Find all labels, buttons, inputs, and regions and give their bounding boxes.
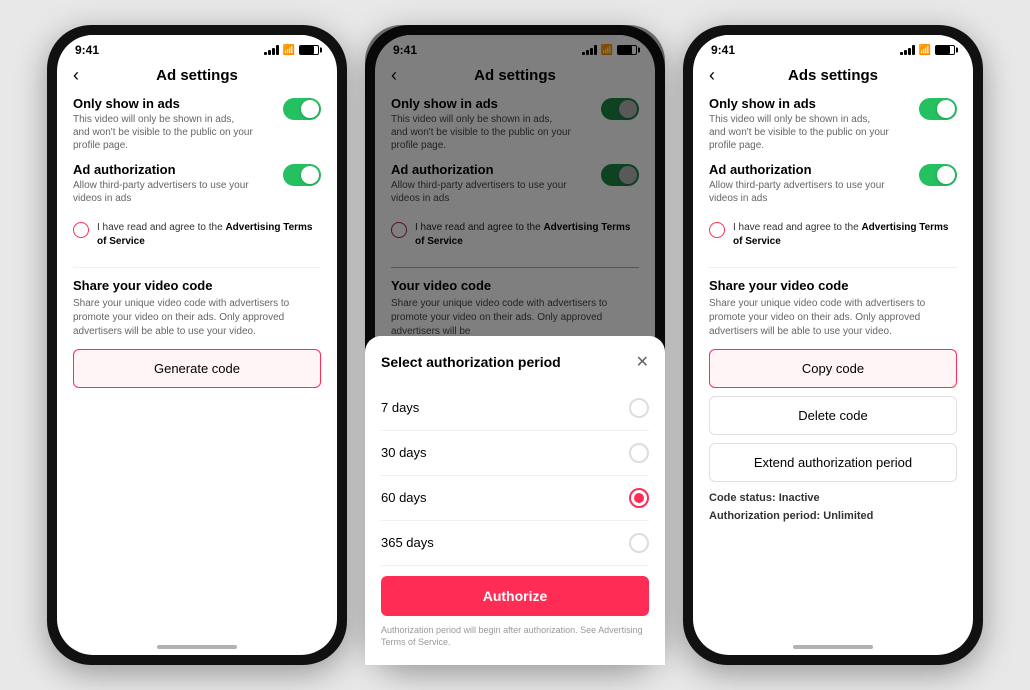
back-button-1[interactable]: ‹ xyxy=(73,65,79,86)
only-show-title-1: Only show in ads xyxy=(73,96,253,111)
terms-text-3: I have read and agree to the xyxy=(733,222,861,233)
share-code-title-1: Share your video code xyxy=(73,278,321,293)
page-title-3: Ads settings xyxy=(788,67,878,84)
only-show-toggle-3[interactable] xyxy=(919,98,957,120)
phone-1: 9:41 📶 ‹ Ad settings xyxy=(47,25,347,665)
ad-auth-toggle-1[interactable] xyxy=(283,164,321,186)
modal-sheet: Select authorization period ✕ 7 days 30 … xyxy=(375,336,655,655)
auth-period-value: Unlimited xyxy=(823,510,873,522)
share-code-title-3: Share your video code xyxy=(709,278,957,293)
terms-row-3: I have read and agree to the Advertising… xyxy=(709,215,957,255)
modal-title: Select authorization period xyxy=(381,354,561,370)
status-bar-1: 9:41 📶 xyxy=(57,35,337,61)
status-icons-1: 📶 xyxy=(264,45,319,56)
modal-header: Select authorization period ✕ xyxy=(381,352,649,372)
terms-row-1: I have read and agree to the Advertising… xyxy=(73,215,321,255)
code-status-label: Code status: xyxy=(709,492,779,504)
only-show-title-3: Only show in ads xyxy=(709,96,889,111)
signal-icon-1 xyxy=(264,45,279,55)
extend-auth-button[interactable]: Extend authorization period xyxy=(709,443,957,482)
authorize-button[interactable]: Authorize xyxy=(381,576,649,616)
code-status: Code status: Inactive Authorization peri… xyxy=(709,490,957,525)
only-show-toggle-1[interactable] xyxy=(283,98,321,120)
phone-3-screen: 9:41 📶 ‹ Ads settings xyxy=(693,35,973,655)
auth-period-label: Authorization period: xyxy=(709,510,823,522)
modal-close-button[interactable]: ✕ xyxy=(636,352,649,372)
ad-auth-setting-1: Ad authorization Allow third-party adver… xyxy=(73,162,321,205)
screen-content-1: Only show in ads This video will only be… xyxy=(57,88,337,635)
modal-overlay: Select authorization period ✕ 7 days 30 … xyxy=(375,35,655,655)
only-show-setting-1: Only show in ads This video will only be… xyxy=(73,96,321,152)
phone-3: 9:41 📶 ‹ Ads settings xyxy=(683,25,983,665)
ad-auth-toggle-3[interactable] xyxy=(919,164,957,186)
nav-bar-1: ‹ Ad settings xyxy=(57,61,337,88)
terms-text-1: I have read and agree to the xyxy=(97,222,225,233)
option-60days-radio[interactable] xyxy=(629,488,649,508)
share-code-desc-3: Share your unique video code with advert… xyxy=(709,297,957,339)
signal-icon-3 xyxy=(900,45,915,55)
screen-content-3: Only show in ads This video will only be… xyxy=(693,88,973,635)
only-show-desc-3: This video will only be shown in ads, an… xyxy=(709,113,889,152)
ad-auth-desc-3: Allow third-party advertisers to use you… xyxy=(709,179,889,205)
option-365days-label: 365 days xyxy=(381,535,434,550)
option-7days[interactable]: 7 days xyxy=(381,386,649,431)
option-30days-radio[interactable] xyxy=(629,443,649,463)
auth-period-line: Authorization period: Unlimited xyxy=(709,508,957,526)
phone-2: 9:41 📶 ‹ Ad settings xyxy=(365,25,665,665)
phone-1-screen: 9:41 📶 ‹ Ad settings xyxy=(57,35,337,655)
home-indicator-3 xyxy=(693,635,973,655)
code-status-value: Inactive xyxy=(779,492,820,504)
only-show-setting-3: Only show in ads This video will only be… xyxy=(709,96,957,152)
option-7days-radio[interactable] xyxy=(629,398,649,418)
ad-auth-title-3: Ad authorization xyxy=(709,162,889,177)
delete-code-button[interactable]: Delete code xyxy=(709,396,957,435)
wifi-icon-3: 📶 xyxy=(919,45,931,56)
nav-bar-3: ‹ Ads settings xyxy=(693,61,973,88)
option-365days-radio[interactable] xyxy=(629,533,649,553)
ad-auth-title-1: Ad authorization xyxy=(73,162,253,177)
option-365days[interactable]: 365 days xyxy=(381,521,649,566)
option-60days[interactable]: 60 days xyxy=(381,476,649,521)
wifi-icon-1: 📶 xyxy=(283,45,295,56)
copy-code-button[interactable]: Copy code xyxy=(709,349,957,388)
ad-auth-desc-1: Allow third-party advertisers to use you… xyxy=(73,179,253,205)
status-time-1: 9:41 xyxy=(75,43,99,57)
code-status-line: Code status: Inactive xyxy=(709,490,957,508)
status-bar-3: 9:41 📶 xyxy=(693,35,973,61)
share-code-desc-1: Share your unique video code with advert… xyxy=(73,297,321,339)
back-button-3[interactable]: ‹ xyxy=(709,65,715,86)
terms-checkbox-3[interactable] xyxy=(709,222,725,238)
page-title-1: Ad settings xyxy=(156,67,238,84)
divider-3 xyxy=(709,267,957,268)
option-7days-label: 7 days xyxy=(381,400,419,415)
status-time-3: 9:41 xyxy=(711,43,735,57)
generate-code-button[interactable]: Generate code xyxy=(73,349,321,388)
only-show-desc-1: This video will only be shown in ads, an… xyxy=(73,113,253,152)
battery-icon-1 xyxy=(299,45,319,55)
option-30days-label: 30 days xyxy=(381,445,427,460)
phone-2-screen: 9:41 📶 ‹ Ad settings xyxy=(375,35,655,655)
divider-1 xyxy=(73,267,321,268)
terms-checkbox-1[interactable] xyxy=(73,222,89,238)
ad-auth-setting-3: Ad authorization Allow third-party adver… xyxy=(709,162,957,205)
battery-icon-3 xyxy=(935,45,955,55)
option-60days-label: 60 days xyxy=(381,490,427,505)
option-30days[interactable]: 30 days xyxy=(381,431,649,476)
home-indicator-1 xyxy=(57,635,337,655)
modal-footer-text: Authorization period will begin after au… xyxy=(381,624,649,649)
status-icons-3: 📶 xyxy=(900,45,955,56)
